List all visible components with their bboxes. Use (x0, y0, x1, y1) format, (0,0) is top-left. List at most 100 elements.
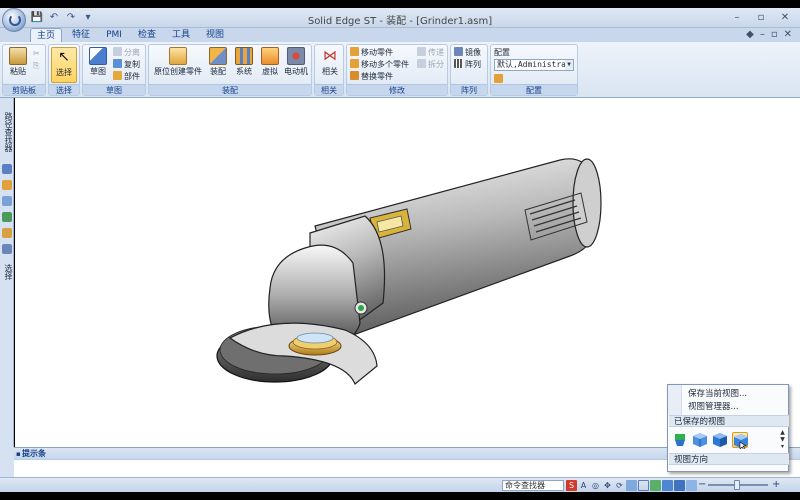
view-orientation-header: 视图方向 (669, 453, 789, 465)
split-icon (113, 47, 122, 56)
transfer-icon (417, 47, 426, 56)
window-controls: – ▫ ✕ (726, 10, 796, 25)
feature-library-icon[interactable] (2, 196, 12, 206)
zoom-area-icon[interactable]: ◎ (590, 480, 601, 491)
minimize-button[interactable]: – (726, 10, 748, 25)
layers-icon[interactable] (2, 164, 12, 174)
zoom-in-icon[interactable]: + (772, 479, 780, 490)
move-part-button[interactable]: 移动零件 (350, 47, 393, 58)
cursor-arrow-icon: ↖ (58, 49, 70, 65)
paste-button[interactable]: 粘贴 (5, 47, 31, 83)
paste-icon (9, 47, 27, 65)
tab-features[interactable]: 特征 (66, 28, 96, 42)
view-style-icon[interactable] (650, 480, 661, 491)
group-label-modify: 修改 (347, 84, 447, 95)
disperse-button[interactable]: 拆分 (417, 59, 444, 70)
zoom-slider-thumb[interactable] (734, 480, 740, 490)
menu-item-view-manager[interactable]: 视图管理器... (688, 401, 739, 413)
tab-view[interactable]: 视图 (200, 28, 230, 42)
command-finder-input[interactable]: 命令查找器 (502, 480, 564, 491)
ribbon-restore-icon[interactable]: ▫ (771, 29, 778, 40)
copy-icon (113, 59, 122, 68)
cube-view-icon[interactable] (686, 480, 697, 491)
group-label-select: 选择 (49, 84, 79, 95)
letterbox-top (0, 0, 800, 8)
system-icon (235, 47, 253, 65)
system-button[interactable]: 系统 (231, 47, 257, 83)
group-label-pattern: 阵列 (451, 84, 487, 95)
ribbon-right-controls: ◆ – ▫ ✕ (746, 29, 792, 40)
app-logo-icon (9, 14, 21, 26)
saved-views-icon[interactable] (662, 480, 673, 491)
theme-icon[interactable]: ◆ (746, 29, 754, 40)
mirror-button[interactable]: 镜像 (454, 47, 481, 58)
cut-button[interactable]: ✂ (33, 48, 40, 59)
group-label-assemble: 装配 (149, 84, 311, 95)
pathfinder-tab[interactable]: 路径查找器 (1, 104, 13, 160)
pan-icon[interactable]: ✥ (602, 480, 613, 491)
virtual-button[interactable]: 虚拟 (257, 47, 283, 83)
move-multiple-parts-button[interactable]: 移动多个零件 (350, 59, 409, 70)
wireframe-icon[interactable] (638, 480, 649, 491)
status-bar: 命令查找器 S A ◎ ✥ ⟳ − + (0, 477, 800, 492)
view-top-icon[interactable] (672, 432, 688, 448)
replace-part-button[interactable]: 替换零件 (350, 71, 393, 82)
create-part-icon (169, 47, 187, 65)
app-s-icon[interactable]: S (566, 480, 577, 491)
view-orientation-buttons (672, 432, 748, 451)
view-right-icon[interactable] (712, 432, 728, 448)
relate-icon: ⋈ (323, 48, 337, 64)
menu-item-save-current-view[interactable]: 保存当前视图... (688, 388, 747, 400)
select-tools-tab[interactable]: 选择 (1, 260, 13, 284)
chevron-down-icon: ▼ (565, 60, 573, 70)
title-bar: 💾 ↶ ↷ ▾ Solid Edge ST - 装配 - [Grinder1.a… (0, 8, 800, 28)
group-label-clipboard: 剪贴板 (3, 84, 45, 95)
sensors-icon[interactable] (2, 212, 12, 222)
ribbon-close-icon[interactable]: ✕ (784, 29, 792, 40)
close-button[interactable]: ✕ (774, 10, 796, 25)
copy-clip-button[interactable]: ⎘ (33, 60, 39, 71)
popup-icon-stripe (668, 385, 682, 415)
zoom-out-icon[interactable]: − (698, 479, 706, 490)
tab-home[interactable]: 主页 (30, 28, 62, 42)
configuration-combo[interactable]: 默认,Administrat‹ ▼ (494, 59, 574, 71)
assemble-button[interactable]: 装配 (205, 47, 231, 83)
config-manager-icon (494, 74, 503, 83)
sketch-button[interactable]: 草图 (85, 47, 111, 83)
left-dock: 路径查找器 选择 (0, 98, 14, 447)
mirror-icon (454, 47, 463, 56)
mapping-icon[interactable] (2, 244, 12, 254)
group-relate: ⋈ 相关 相关 (314, 44, 344, 96)
motor-icon (287, 47, 305, 65)
view-popup-menu: 保存当前视图... 视图管理器... 已保存的视图 ▲ ▼ ▾ 视图方向 (667, 384, 789, 472)
array-button[interactable]: 阵列 (454, 59, 481, 70)
group-select: ↖ 选择 选择 (48, 44, 80, 96)
motor-button[interactable]: 电动机 (283, 47, 309, 83)
view-front-icon[interactable] (692, 432, 708, 448)
tab-inspect[interactable]: 检查 (132, 28, 162, 42)
fit-icon[interactable]: A (578, 480, 589, 491)
shaded-icon[interactable] (626, 480, 637, 491)
rotate-icon[interactable]: ⟳ (614, 480, 625, 491)
ribbon: 粘贴 ✂ ⎘ 剪贴板 ↖ 选择 选择 草图 分离 复制 部件 草图 原位创建零件… (0, 42, 800, 98)
split-button[interactable]: 分离 (113, 47, 140, 58)
transfer-button[interactable]: 传递 (417, 47, 444, 58)
ribbon-minimize-icon[interactable]: – (760, 29, 765, 40)
move-part-icon (350, 47, 359, 56)
view-iso-icon[interactable] (732, 432, 748, 451)
family-icon[interactable] (2, 228, 12, 238)
tab-tools[interactable]: 工具 (166, 28, 196, 42)
copy-button[interactable]: 复制 (113, 59, 140, 70)
part-button[interactable]: 部件 (113, 71, 140, 82)
tab-pmi[interactable]: PMI (100, 28, 128, 42)
application-button[interactable] (2, 8, 26, 32)
sketch-icon (89, 47, 107, 65)
view-orientation-icon[interactable] (674, 480, 685, 491)
create-in-place-button[interactable]: 原位创建零件 (153, 47, 203, 83)
relate-button[interactable]: ⋈ 相关 (317, 47, 343, 83)
prompt-left-gutter (0, 447, 14, 477)
parts-library-icon[interactable] (2, 180, 12, 190)
restore-button[interactable]: ▫ (750, 10, 772, 25)
popup-scroll-arrows[interactable]: ▲ ▼ ▾ (778, 429, 787, 451)
select-button[interactable]: ↖ 选择 (51, 47, 77, 83)
